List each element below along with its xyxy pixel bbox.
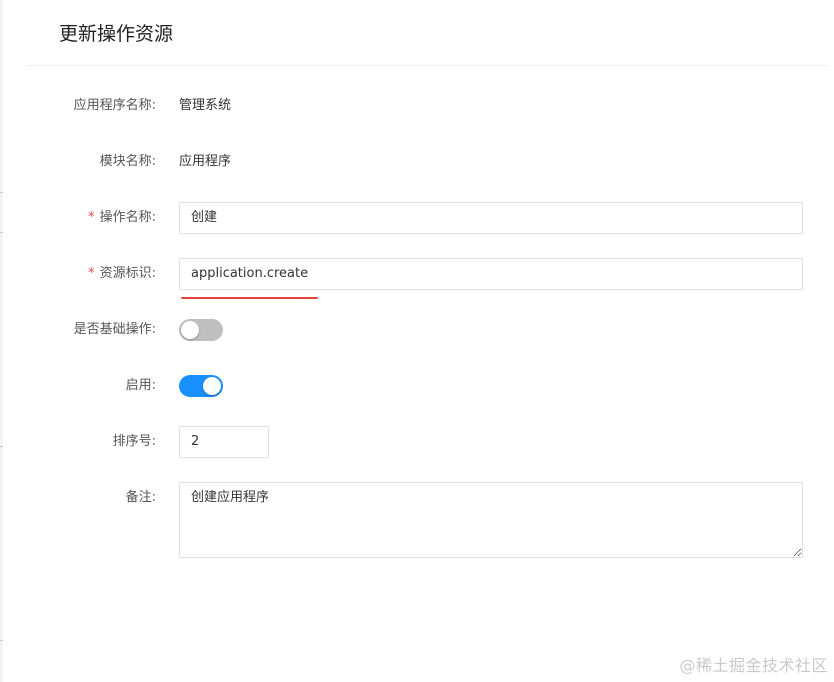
form-row-resource-key: * 资源标识: bbox=[26, 258, 834, 299]
dialog-header: 更新操作资源 bbox=[26, 0, 828, 66]
remark-label: 备注: bbox=[125, 490, 156, 505]
module-name-value: 应用程序 bbox=[179, 154, 232, 169]
enabled-label: 启用: bbox=[125, 378, 156, 393]
form-row-module-name: 模块名称: 应用程序 bbox=[26, 146, 834, 178]
background-page-edge bbox=[0, 0, 3, 682]
resource-key-highlight-underline bbox=[181, 297, 318, 299]
sort-order-input[interactable] bbox=[179, 426, 269, 458]
form-row-operation-name: * 操作名称: bbox=[26, 202, 834, 234]
toggle-knob bbox=[203, 377, 221, 395]
background-divider bbox=[0, 232, 3, 233]
page: 更新操作资源 应用程序名称: 管理系统 模块名称: 应用程序 * 操作名称: * 资… bbox=[0, 0, 834, 682]
app-name-value: 管理系统 bbox=[179, 98, 232, 113]
remark-textarea[interactable]: 创建应用程序 bbox=[179, 482, 803, 558]
form-row-app-name: 应用程序名称: 管理系统 bbox=[26, 90, 834, 122]
form-row-remark: 备注: 创建应用程序 bbox=[26, 482, 834, 558]
form-row-enabled: 启用: bbox=[26, 370, 834, 402]
required-mark: * bbox=[88, 210, 95, 225]
watermark: @稀土掘金技术社区 bbox=[679, 656, 828, 675]
dialog-title: 更新操作资源 bbox=[59, 23, 174, 45]
is-basic-label: 是否基础操作: bbox=[73, 322, 156, 337]
resource-key-label-text: 资源标识: bbox=[99, 266, 156, 281]
resource-key-input[interactable] bbox=[179, 258, 803, 290]
enabled-toggle[interactable] bbox=[179, 375, 223, 397]
background-divider bbox=[0, 640, 3, 641]
is-basic-toggle[interactable] bbox=[179, 319, 223, 341]
background-divider bbox=[0, 192, 3, 193]
operation-name-label: * 操作名称: bbox=[88, 202, 156, 234]
background-divider bbox=[0, 446, 3, 447]
sort-order-label: 排序号: bbox=[112, 434, 156, 449]
form-row-sort-order: 排序号: bbox=[26, 426, 834, 458]
update-operation-resource-dialog: 更新操作资源 应用程序名称: 管理系统 模块名称: 应用程序 * 操作名称: * 资… bbox=[26, 0, 834, 682]
required-mark: * bbox=[88, 266, 95, 281]
operation-name-input[interactable] bbox=[179, 202, 803, 234]
module-name-label: 模块名称: bbox=[99, 154, 156, 169]
operation-name-label-text: 操作名称: bbox=[99, 210, 156, 225]
resource-key-label: * 资源标识: bbox=[88, 258, 156, 290]
toggle-knob bbox=[181, 321, 199, 339]
app-name-label: 应用程序名称: bbox=[73, 98, 156, 113]
form-row-is-basic: 是否基础操作: bbox=[26, 314, 834, 346]
